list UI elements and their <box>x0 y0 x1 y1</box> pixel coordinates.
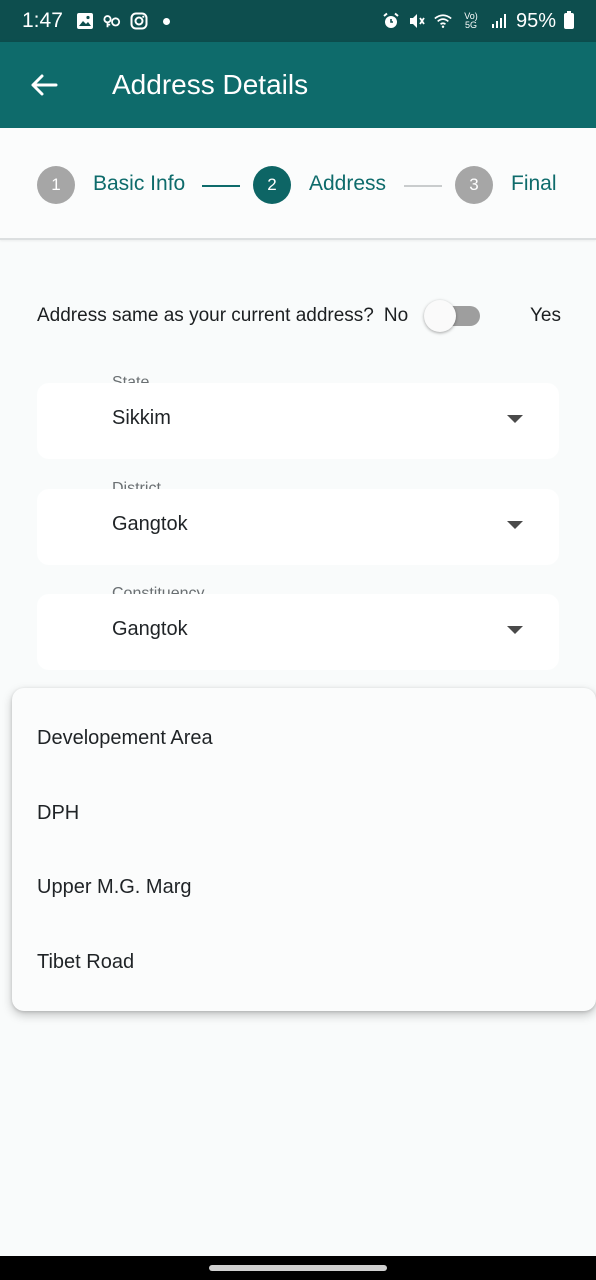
dropdown-arrow-icon <box>507 415 523 423</box>
stepper: 1 Basic Info 2 Address 3 Final <box>0 128 596 240</box>
back-button[interactable] <box>22 63 66 107</box>
dropdown-arrow-icon <box>507 521 523 529</box>
battery-icon <box>564 11 574 29</box>
step-3-circle[interactable]: 3 <box>455 166 493 204</box>
toggle-no-label: No <box>383 305 409 326</box>
app-bar: Address Details <box>0 42 596 128</box>
volte-5g-icon: Vo) 5G <box>464 11 478 30</box>
state-value: Sikkim <box>112 407 171 429</box>
dropdown-arrow-icon <box>507 626 523 634</box>
home-gesture-handle[interactable] <box>209 1265 387 1271</box>
switch-knob[interactable] <box>424 300 457 332</box>
system-nav-bar <box>0 1256 596 1280</box>
state-dropdown[interactable]: Sikkim <box>37 383 559 459</box>
district-dropdown[interactable]: Gangtok <box>37 489 559 565</box>
status-bar: 1:47 Vo) 5G 95% <box>0 0 596 42</box>
step-connector-1 <box>202 185 240 187</box>
menu-option-upper-mg-marg[interactable]: Upper M.G. Marg <box>37 876 191 899</box>
menu-option-tibet-road[interactable]: Tibet Road <box>37 951 134 974</box>
step-3-label[interactable]: Final <box>511 172 557 196</box>
dropdown-menu: Developement Area DPH Upper M.G. Marg Ti… <box>12 688 596 1011</box>
notification-dot-icon <box>162 17 170 25</box>
step-connector-2 <box>404 185 442 187</box>
page-title: Address Details <box>112 69 309 100</box>
step-1-circle[interactable]: 1 <box>37 166 75 204</box>
arrow-left-icon <box>31 74 58 96</box>
wifi-icon <box>434 12 452 30</box>
battery-percentage: 95% <box>515 9 556 32</box>
constituency-value: Gangtok <box>112 618 188 640</box>
status-time: 1:47 <box>22 9 63 32</box>
menu-option-developement-area[interactable]: Developement Area <box>37 727 213 750</box>
gallery-icon <box>76 12 94 30</box>
step-1-label[interactable]: Basic Info <box>93 172 185 196</box>
signal-icon <box>490 12 508 30</box>
address-same-toggle-row: Address same as your current address? No… <box>37 300 561 332</box>
key-icon <box>103 12 121 30</box>
mute-icon <box>408 12 426 30</box>
address-same-switch[interactable] <box>424 300 481 332</box>
step-2-label[interactable]: Address <box>309 172 386 196</box>
step-2-circle[interactable]: 2 <box>253 166 291 204</box>
address-same-question: Address same as your current address? <box>37 305 374 326</box>
menu-option-dph[interactable]: DPH <box>37 802 79 825</box>
district-value: Gangtok <box>112 513 188 535</box>
constituency-dropdown[interactable]: Gangtok <box>37 594 559 670</box>
instagram-icon <box>130 12 148 30</box>
toggle-yes-label: Yes <box>530 305 561 326</box>
alarm-icon <box>382 12 400 30</box>
